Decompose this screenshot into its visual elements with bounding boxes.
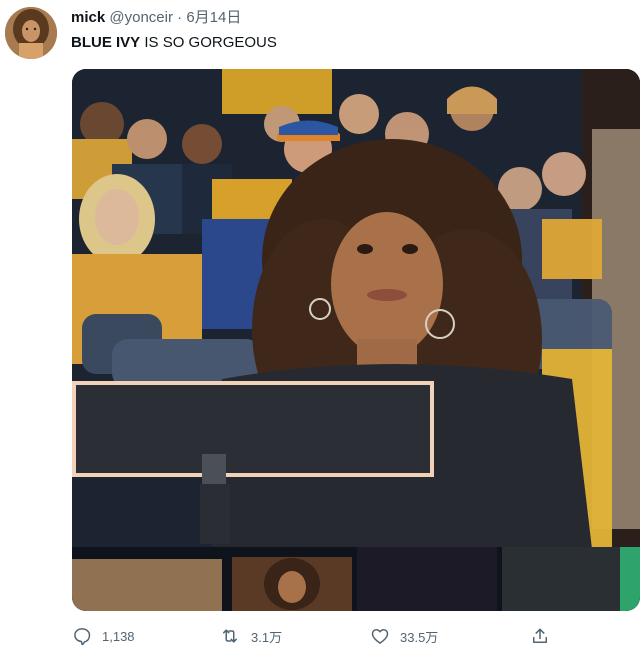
display-name[interactable]: mick <box>71 9 105 26</box>
like-button[interactable]: 33.5万 <box>370 624 438 648</box>
like-count: 33.5万 <box>400 629 439 645</box>
tweet-text-rest: IS SO GORGEOUS <box>140 34 277 51</box>
reply-button[interactable]: 1,138 <box>72 624 135 648</box>
separator-dot: · <box>177 9 183 26</box>
avatar[interactable] <box>5 7 57 59</box>
share-icon <box>533 628 547 643</box>
tweet-text: BLUE IVY IS SO GORGEOUS <box>71 34 277 52</box>
like-icon <box>371 629 389 644</box>
reply-icon <box>74 628 91 646</box>
photo-illustration <box>72 69 640 611</box>
tweet-action-bar: 1,138 3.1万 33.5万 <box>72 624 552 648</box>
retweet-icon <box>223 629 237 643</box>
tweet-header: mick @yonceir · 6月14日 <box>71 9 241 27</box>
reply-count: 1,138 <box>102 628 135 644</box>
retweet-count: 3.1万 <box>251 629 283 645</box>
tweet-text-bold: BLUE IVY <box>71 34 141 51</box>
tweet-date[interactable]: 6月14日 <box>186 9 241 26</box>
tweet-media-photo[interactable] <box>72 69 640 611</box>
avatar-image <box>5 7 57 59</box>
user-handle[interactable]: @yonceir <box>109 9 173 26</box>
retweet-button[interactable]: 3.1万 <box>219 624 282 648</box>
share-button[interactable] <box>530 624 550 648</box>
